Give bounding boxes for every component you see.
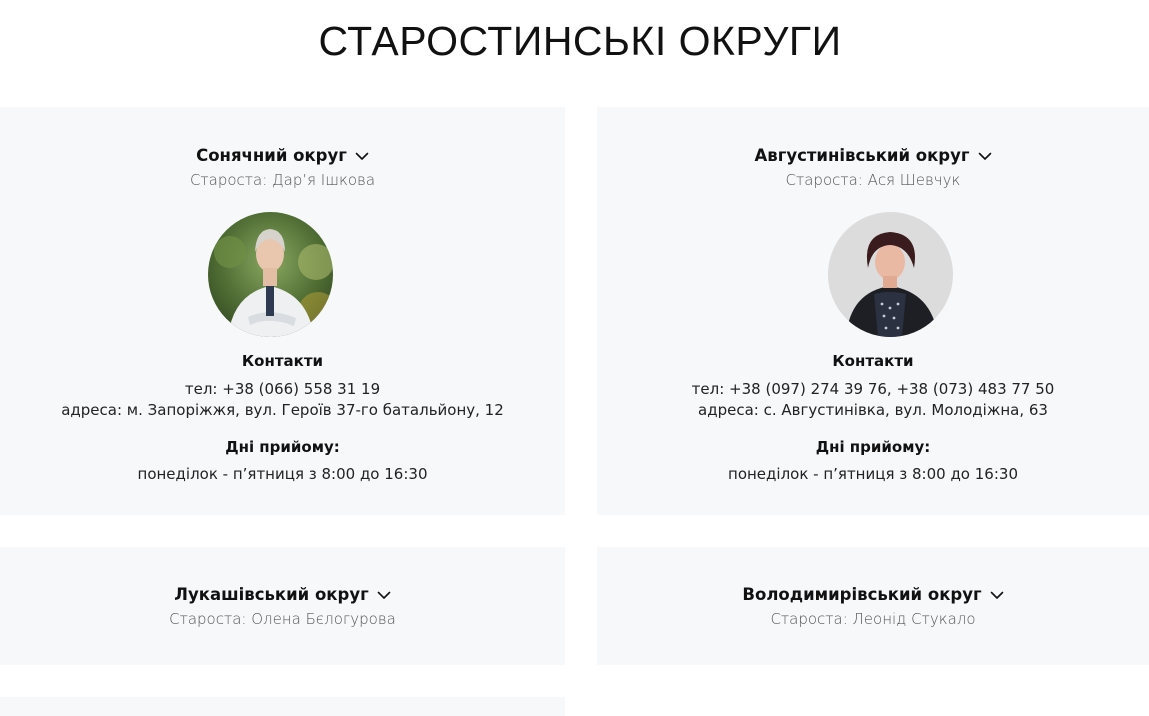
chevron-down-icon bbox=[990, 591, 1003, 599]
contacts-section: Контакти тел: +38 (066) 558 31 19 адреса… bbox=[0, 352, 565, 485]
district-name: Володимирівський округ bbox=[742, 585, 982, 604]
district-header: Сонячний округ Староста: Дар’я Ішкова bbox=[0, 146, 565, 189]
reception-section: Дні прийому: понеділок - п’ятниця з 8:00… bbox=[0, 438, 565, 485]
district-toggle[interactable]: Лукашівський округ bbox=[174, 585, 391, 604]
phone[interactable]: тел: +38 (097) 274 39 76, +38 (073) 483 … bbox=[597, 379, 1149, 400]
district-toggle[interactable]: Сонячний округ bbox=[196, 146, 369, 165]
chevron-down-icon bbox=[978, 152, 991, 160]
district-toggle[interactable]: Володимирівський округ bbox=[742, 585, 1003, 604]
contacts-title: Контакти bbox=[241, 352, 324, 370]
district-card-lukashivskyi: Лукашівський округ Староста: Олена Бєлог… bbox=[0, 547, 565, 665]
chevron-down-icon bbox=[355, 152, 369, 160]
district-header: Лукашівський округ Староста: Олена Бєлог… bbox=[0, 585, 565, 628]
district-header: Августинівський округ Староста: Ася Шевч… bbox=[597, 146, 1149, 189]
elder-name: Староста: Олена Бєлогурова bbox=[169, 610, 396, 628]
phone[interactable]: тел: +38 (066) 558 31 19 bbox=[0, 379, 565, 400]
district-card-volodymyrivskyi: Володимирівський округ Староста: Леонід … bbox=[597, 547, 1149, 665]
chevron-down-icon bbox=[377, 591, 391, 599]
district-card-avhustynivskyi: Августинівський округ Староста: Ася Шевч… bbox=[597, 107, 1149, 515]
avatar bbox=[828, 212, 953, 337]
avatar bbox=[208, 212, 333, 337]
reception-section: Дні прийому: понеділок - п’ятниця з 8:00… bbox=[597, 438, 1149, 485]
address: адреса: м. Запоріжжя, вул. Героїв 37-го … bbox=[61, 401, 504, 419]
page-title: СТАРОСТИНСЬКІ ОКРУГИ bbox=[318, 18, 842, 64]
district-name: Августинівський округ bbox=[754, 146, 970, 165]
district-toggle[interactable]: Августинівський округ bbox=[755, 146, 992, 165]
elder-name: Староста: Дар’я Ішкова bbox=[189, 171, 376, 189]
address: адреса: с. Августинівка, вул. Молодіжна,… bbox=[698, 401, 1048, 419]
district-card-partial bbox=[0, 697, 565, 716]
reception-hours: понеділок - п’ятниця з 8:00 до 16:30 bbox=[728, 465, 1018, 483]
contacts-section: Контакти тел: +38 (097) 274 39 76, +38 (… bbox=[597, 352, 1149, 485]
elder-name: Староста: Леонід Стукало bbox=[770, 610, 976, 628]
elder-name: Староста: Ася Шевчук bbox=[785, 171, 961, 189]
reception-hours: понеділок - п’ятниця з 8:00 до 16:30 bbox=[137, 465, 428, 483]
reception-title: Дні прийому: bbox=[815, 438, 931, 456]
district-card-sonyachnyi: Сонячний округ Староста: Дар’я Ішкова Ко… bbox=[0, 107, 565, 515]
contacts-title: Контакти bbox=[832, 352, 914, 370]
district-header: Володимирівський округ Староста: Леонід … bbox=[597, 585, 1149, 628]
district-name: Сонячний округ bbox=[196, 146, 347, 165]
district-name: Лукашівський округ bbox=[174, 585, 369, 604]
reception-title: Дні прийому: bbox=[225, 438, 340, 456]
